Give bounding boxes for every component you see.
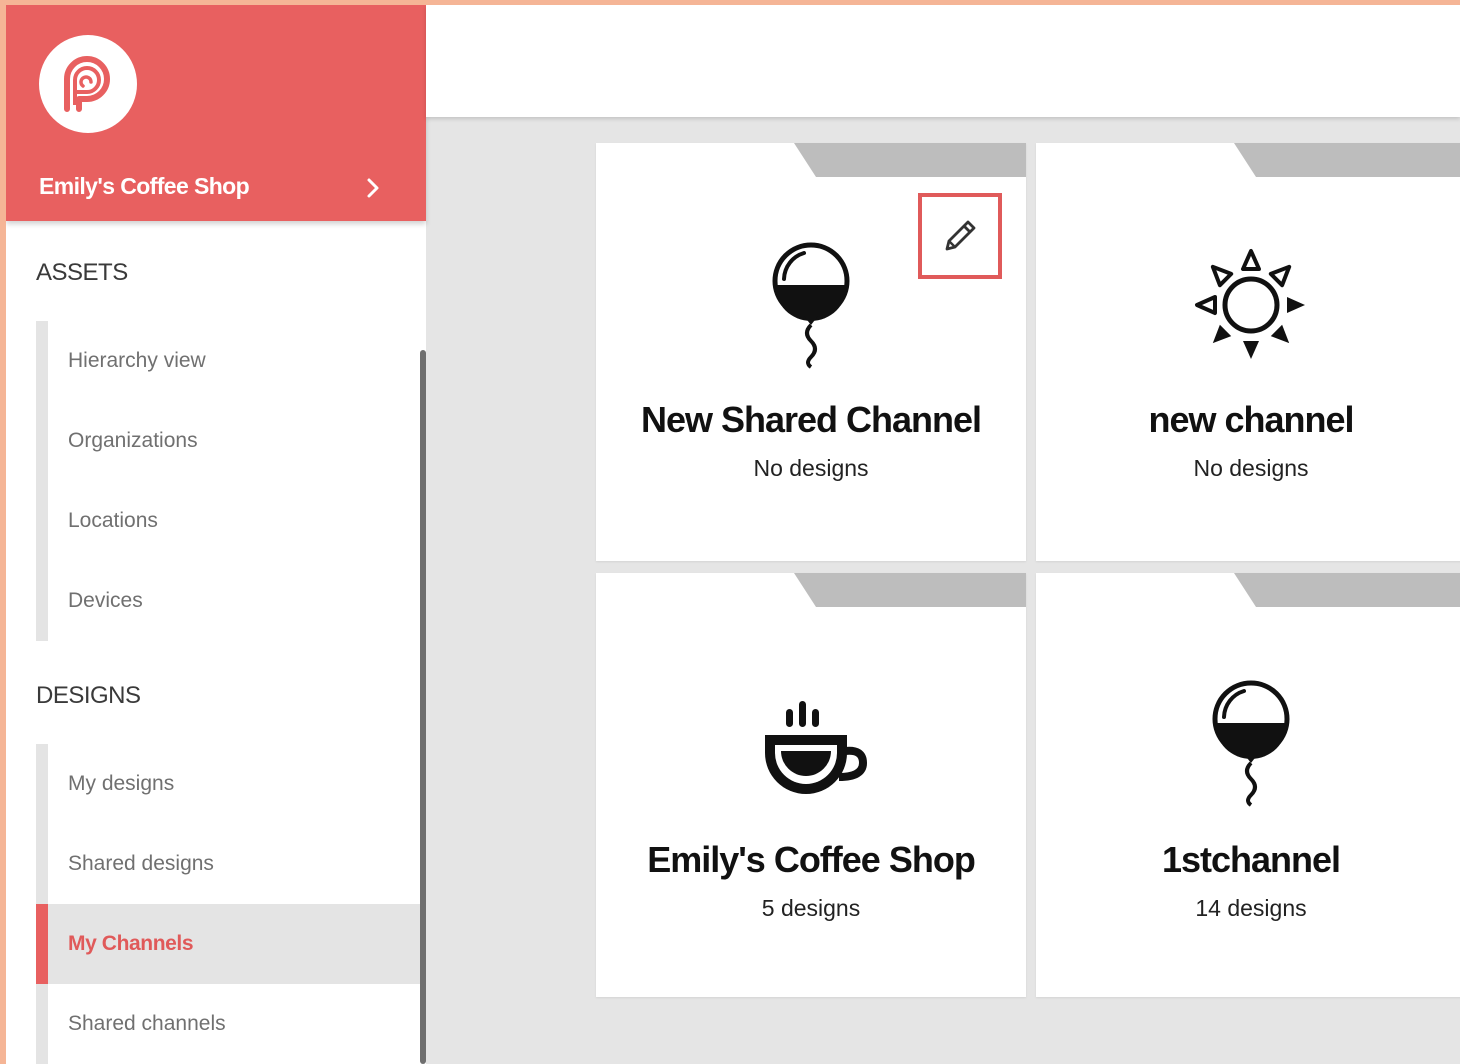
channel-design-count: 14 designs bbox=[1195, 895, 1307, 921]
card-folder-tab bbox=[1234, 573, 1460, 607]
channel-name: new channel bbox=[1148, 399, 1354, 440]
edit-channel-button[interactable] bbox=[918, 193, 1002, 279]
brand-logo[interactable] bbox=[39, 35, 137, 133]
nav-item-shared-designs[interactable]: Shared designs bbox=[48, 824, 420, 904]
nav-item-locations[interactable]: Locations bbox=[48, 481, 420, 561]
organization-name[interactable]: Emily's Coffee Shop bbox=[39, 173, 250, 200]
balloon-icon bbox=[772, 242, 850, 369]
designs-nav: My designs Shared designs My Channels Sh… bbox=[36, 744, 420, 1064]
channel-card[interactable]: New Shared Channel No designs bbox=[596, 143, 1026, 561]
channel-card[interactable]: new channel No designs bbox=[1036, 143, 1460, 561]
card-folder-tab bbox=[1234, 143, 1460, 177]
channel-design-count: 5 designs bbox=[761, 895, 861, 921]
channel-design-count: No designs bbox=[753, 455, 869, 481]
sidebar: Emily's Coffee Shop ASSETS Hierarchy vie… bbox=[6, 5, 426, 1064]
channel-name: Emily's Coffee Shop bbox=[647, 839, 976, 880]
section-title-assets: ASSETS bbox=[36, 259, 128, 286]
channel-design-count: No designs bbox=[1193, 455, 1309, 481]
section-title-designs: DESIGNS bbox=[36, 682, 141, 709]
card-folder-tab bbox=[794, 573, 1026, 607]
coffee-cup-icon bbox=[765, 701, 868, 794]
channel-card[interactable]: Emily's Coffee Shop 5 designs bbox=[596, 573, 1026, 997]
sidebar-header: Emily's Coffee Shop bbox=[6, 5, 426, 221]
nav-item-my-channels[interactable]: My Channels bbox=[36, 904, 420, 984]
nav-item-my-designs[interactable]: My designs bbox=[48, 744, 420, 824]
nav-item-organizations[interactable]: Organizations bbox=[48, 401, 420, 481]
balloon-icon bbox=[1212, 680, 1290, 807]
heart-p-logo-icon bbox=[64, 56, 110, 112]
card-folder-tab bbox=[794, 143, 1026, 177]
assets-nav: Hierarchy view Organizations Locations D… bbox=[36, 321, 420, 641]
pencil-icon bbox=[945, 220, 976, 251]
top-bar bbox=[426, 5, 1460, 117]
sidebar-scrollbar[interactable] bbox=[420, 350, 426, 1064]
app-window: Emily's Coffee Shop ASSETS Hierarchy vie… bbox=[6, 5, 1460, 1064]
channel-name: 1stchannel bbox=[1161, 839, 1341, 880]
nav-item-devices[interactable]: Devices bbox=[48, 561, 420, 641]
nav-item-shared-channels[interactable]: Shared channels bbox=[48, 984, 420, 1064]
channel-name: New Shared Channel bbox=[640, 399, 982, 440]
chevron-right-icon[interactable] bbox=[366, 177, 380, 199]
sun-icon bbox=[1195, 249, 1305, 359]
nav-item-hierarchy-view[interactable]: Hierarchy view bbox=[48, 321, 420, 401]
channel-card[interactable]: 1stchannel 14 designs bbox=[1036, 573, 1460, 997]
